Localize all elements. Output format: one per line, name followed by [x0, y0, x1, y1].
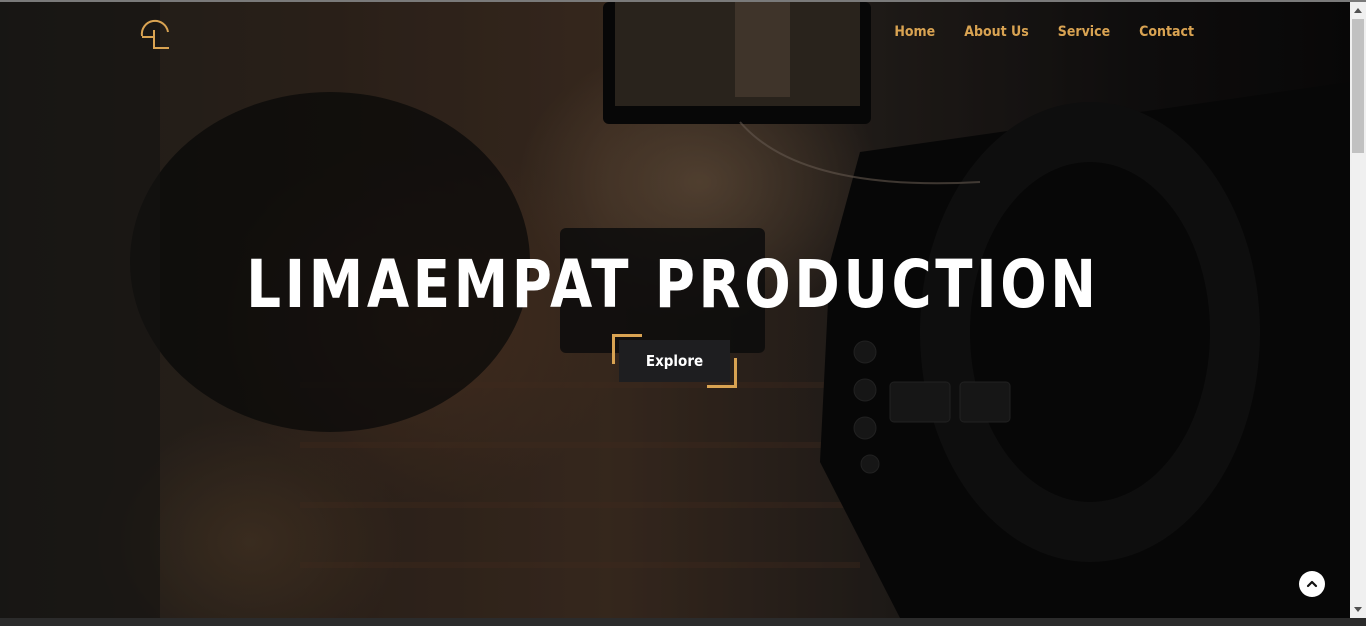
window-top-border	[0, 0, 1366, 2]
scroll-to-top-button[interactable]	[1299, 571, 1325, 597]
nav-item-home[interactable]: Home	[894, 24, 935, 40]
nav-item-service[interactable]: Service	[1058, 24, 1110, 40]
chevron-up-icon	[1306, 580, 1318, 588]
explore-button-frame: Explore	[612, 334, 737, 388]
explore-button[interactable]: Explore	[619, 340, 730, 382]
scrollbar-thumb[interactable]	[1352, 19, 1364, 153]
scrollbar-down-arrow-icon[interactable]	[1350, 602, 1366, 618]
window-bottom-edge	[0, 618, 1366, 626]
hero-section: Home About Us Service Contact LIMAEMPAT …	[0, 2, 1350, 618]
nav-item-contact[interactable]: Contact	[1139, 24, 1194, 40]
nav-item-about-us[interactable]: About Us	[964, 24, 1029, 40]
main-nav: Home About Us Service Contact	[894, 24, 1194, 40]
logo-mark-icon[interactable]	[139, 18, 171, 50]
vertical-scrollbar[interactable]	[1350, 2, 1366, 618]
hero-title: LIMAEMPAT PRODUCTION	[246, 246, 1100, 323]
scrollbar-up-arrow-icon[interactable]	[1350, 2, 1366, 18]
